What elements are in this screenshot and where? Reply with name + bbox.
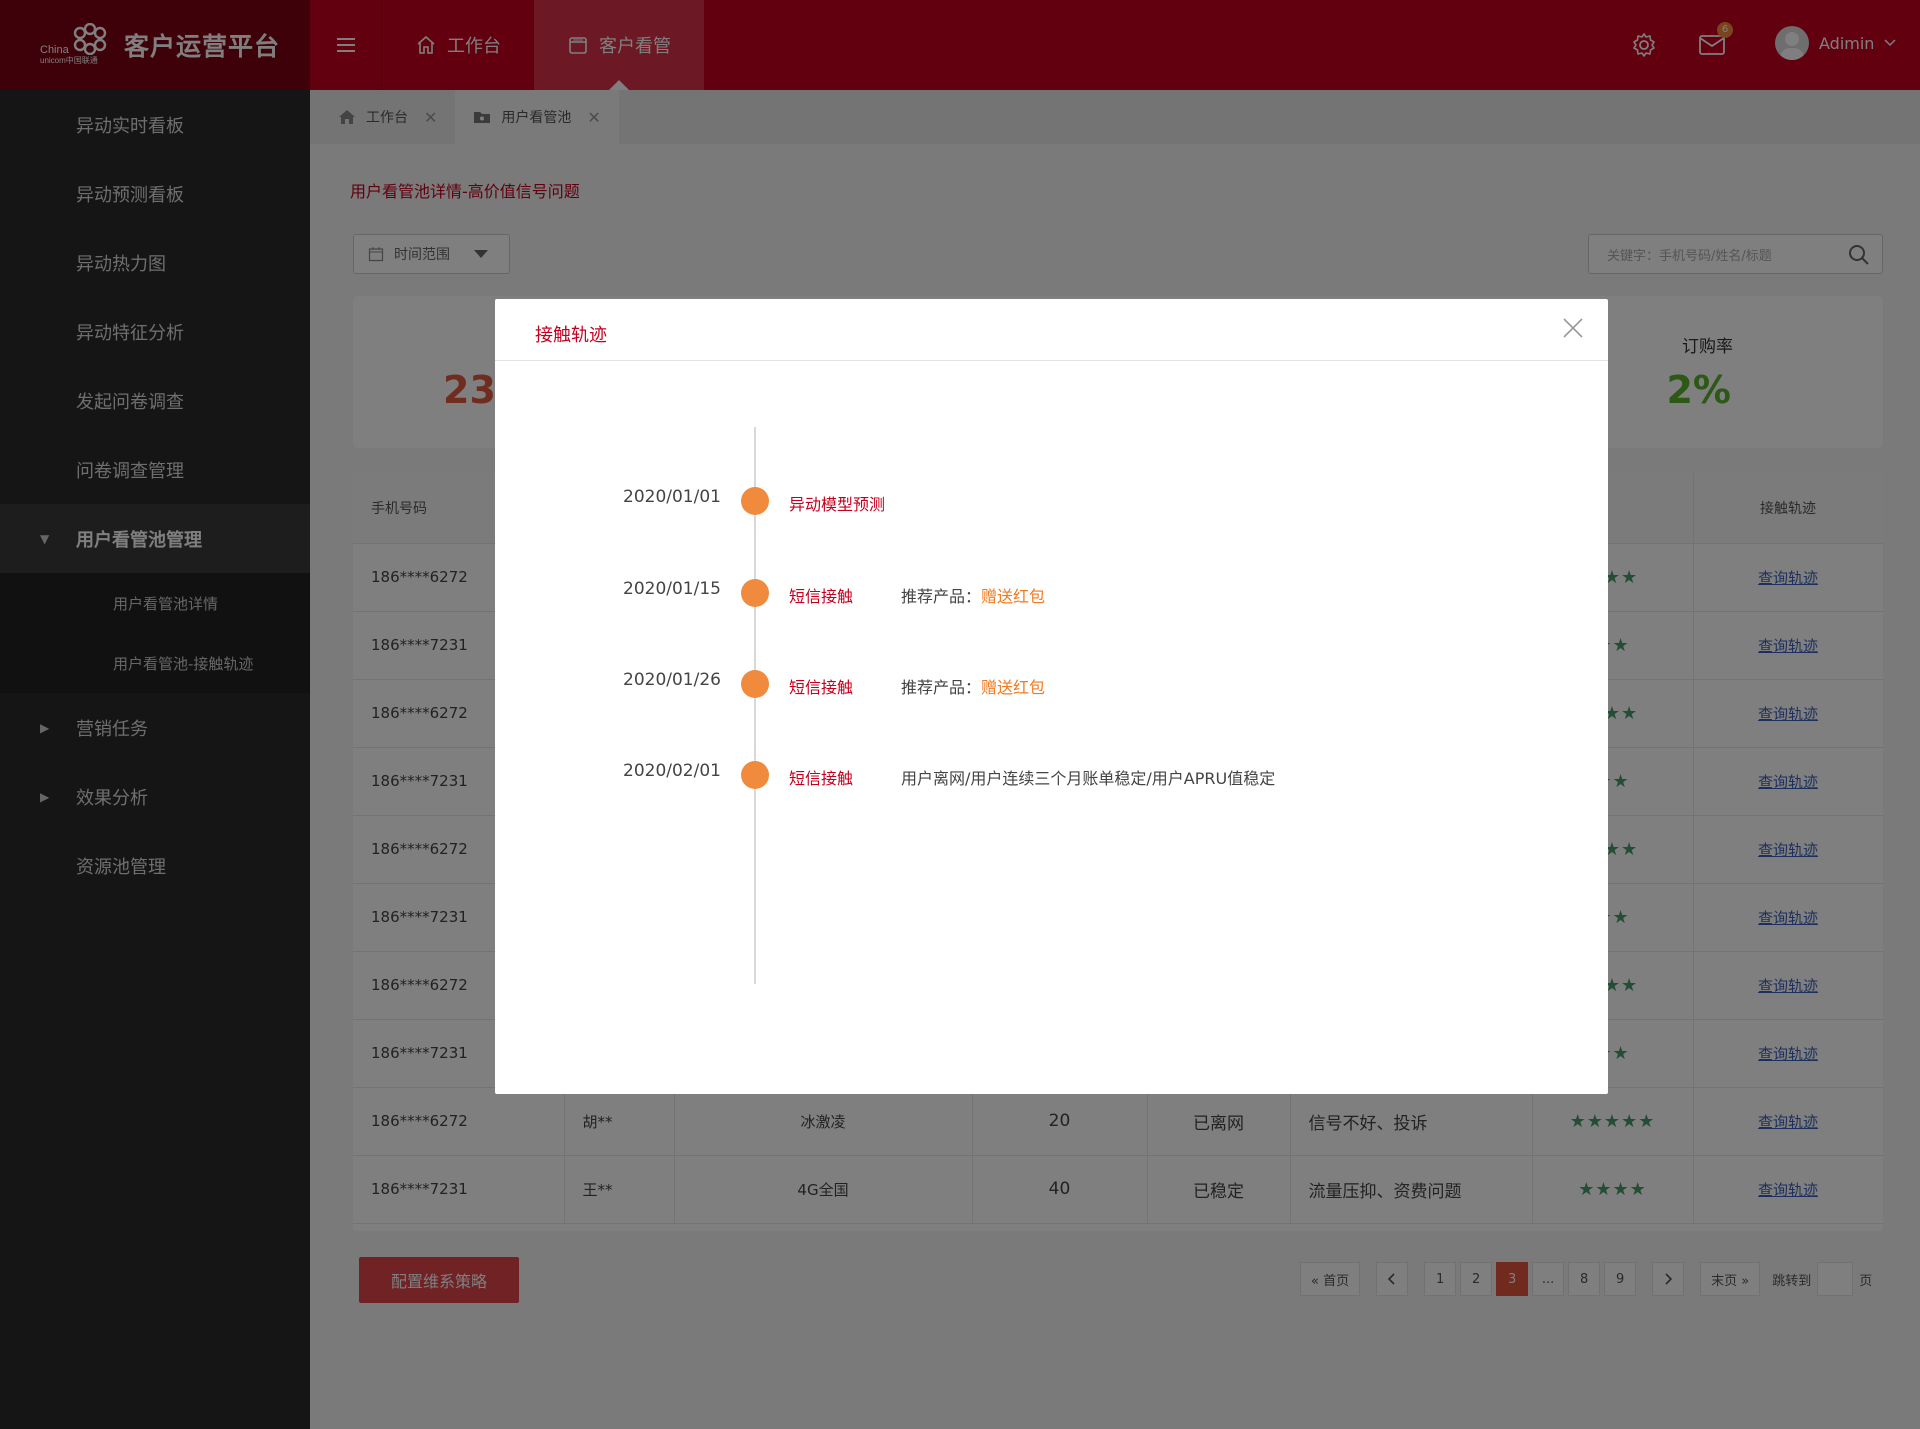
detail-text: 推荐产品：: [901, 587, 982, 606]
timeline-event-type: 短信接触: [789, 587, 854, 606]
close-icon: [1563, 318, 1583, 338]
timeline-event: 2020/01/01 异动模型预测: [495, 487, 1608, 517]
detail-text: 用户离网/用户连续三个月账单稳定/用户APRU值稳定: [901, 769, 1276, 788]
timeline-event: 2020/01/15 短信接触 推荐产品：赠送红包: [495, 579, 1608, 609]
timeline-event: 2020/01/26 短信接触 推荐产品：赠送红包: [495, 670, 1608, 700]
timeline-event-type: 短信接触: [789, 678, 854, 697]
timeline-event: 2020/02/01 短信接触 用户离网/用户连续三个月账单稳定/用户APRU值稳定: [495, 761, 1608, 791]
timeline-dot: [741, 487, 769, 515]
timeline-event-detail: 推荐产品：赠送红包: [901, 583, 1045, 607]
timeline-dot: [741, 761, 769, 789]
modal-header: 接触轨迹: [495, 299, 1608, 361]
timeline-event-type: 短信接触: [789, 769, 854, 788]
modal-title: 接触轨迹: [535, 325, 607, 346]
timeline-event-type: 异动模型预测: [789, 495, 886, 514]
modal-close-button[interactable]: [1560, 315, 1586, 341]
contact-trace-modal: 接触轨迹 2020/01/01 异动模型预测 2020/01/15 短信接触 推荐产品：…: [495, 299, 1608, 1094]
timeline-dot: [741, 670, 769, 698]
timeline-event-detail: 用户离网/用户连续三个月账单稳定/用户APRU值稳定: [901, 765, 1275, 789]
recommended-product: 赠送红包: [981, 587, 1046, 606]
detail-text: 推荐产品：: [901, 678, 982, 697]
timeline-dot: [741, 579, 769, 607]
recommended-product: 赠送红包: [981, 678, 1046, 697]
timeline-event-detail: 推荐产品：赠送红包: [901, 674, 1045, 698]
